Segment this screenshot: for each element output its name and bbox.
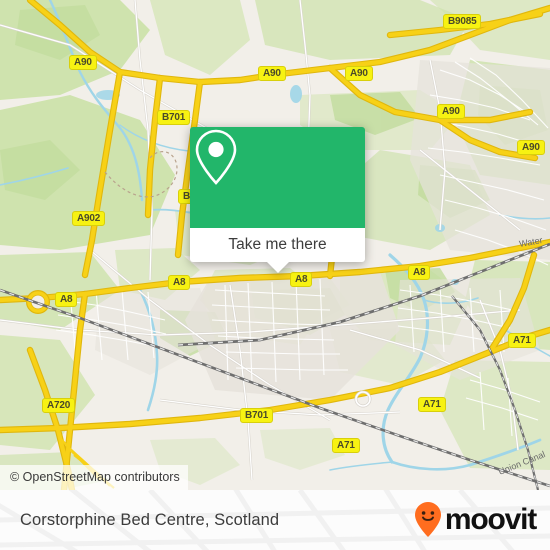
- osm-attribution[interactable]: © OpenStreetMap contributors: [0, 465, 188, 490]
- take-me-there-label: Take me there: [228, 236, 327, 253]
- road-shield: A90: [258, 66, 286, 81]
- road-shield: A8: [290, 272, 313, 287]
- screenshot-root: B9085 A90 A90 A90 A90 A90 B701 B701 A902 A8 A8 A8 A8…: [0, 0, 550, 550]
- road-shield: A71: [418, 397, 446, 412]
- bottom-bar: Corstorphine Bed Centre, Scotland moovit: [0, 490, 550, 550]
- moovit-pin-icon: [414, 502, 441, 537]
- popup-card-action[interactable]: Take me there: [190, 228, 365, 273]
- popup-card-pointer: [266, 262, 289, 273]
- moovit-logo[interactable]: moovit: [413, 490, 537, 550]
- road-shield: A8: [168, 275, 191, 290]
- moovit-wordmark: moovit: [444, 503, 537, 536]
- map-pin-icon: [195, 129, 237, 185]
- location-popup-card[interactable]: Take me there: [190, 127, 365, 273]
- road-shield: A71: [508, 333, 536, 348]
- map-canvas[interactable]: B9085 A90 A90 A90 A90 A90 B701 B701 A902 A8 A8 A8 A8…: [0, 0, 550, 490]
- place-title: Corstorphine Bed Centre, Scotland: [20, 510, 280, 529]
- road-shield: A8: [55, 292, 78, 307]
- road-shield: B701: [240, 408, 274, 423]
- road-shield: A90: [517, 140, 545, 155]
- road-shield: A90: [345, 66, 373, 81]
- road-shield: A8: [408, 265, 431, 280]
- road-shield: A90: [437, 104, 465, 119]
- road-shield: A71: [332, 438, 360, 453]
- popup-card-header: [190, 127, 365, 228]
- road-shield: A720: [42, 398, 76, 413]
- road-shield: A90: [69, 55, 97, 70]
- road-shield: B9085: [443, 14, 482, 29]
- road-shield: A902: [72, 211, 106, 226]
- road-shield: B701: [157, 110, 191, 125]
